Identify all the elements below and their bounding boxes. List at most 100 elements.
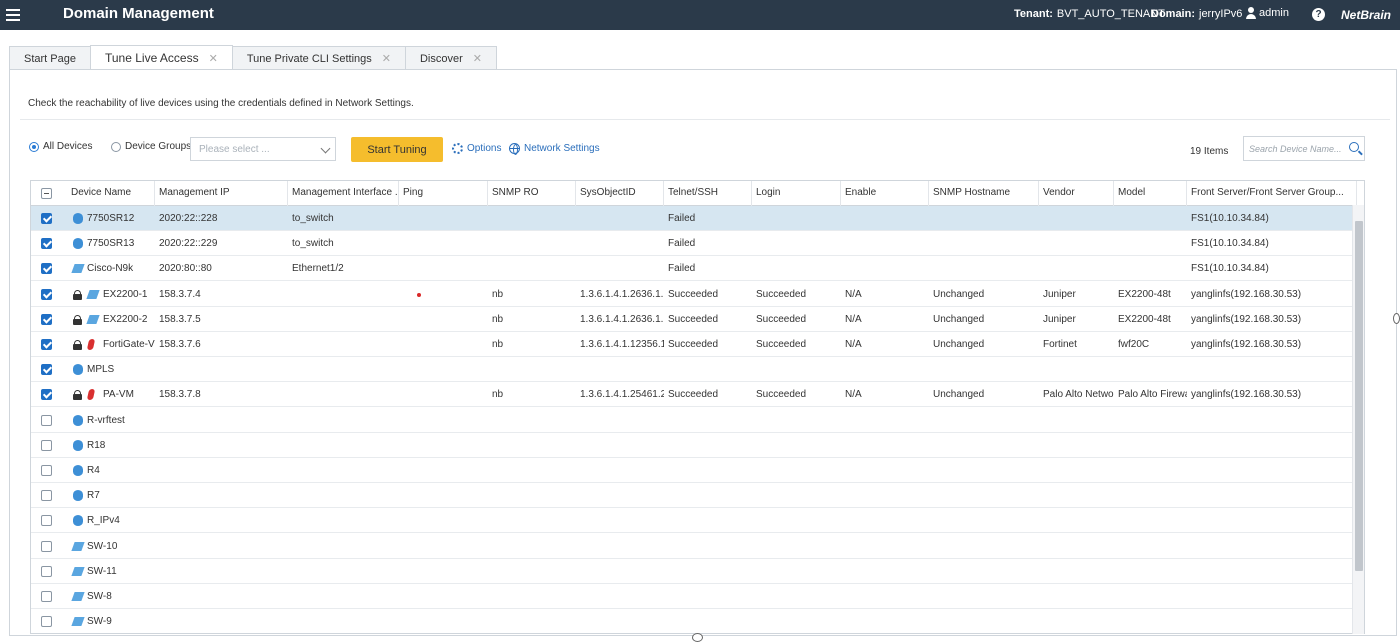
row-checkbox[interactable] (41, 616, 52, 628)
table-row[interactable]: PA-VM 158.3.7.8 nb 1.3.6.1.4.1.25461.2.3 Suc… (31, 382, 1364, 408)
table-row[interactable]: Cisco-N9k 2020:80::80 Ethernet1/2 Failed FS1… (31, 256, 1364, 282)
table-row[interactable]: MPLS (31, 357, 1364, 383)
row-checkbox[interactable] (41, 238, 52, 250)
table-row[interactable]: R4 (31, 458, 1364, 483)
cell-name[interactable]: R4 (83, 458, 155, 483)
column-header-enable[interactable]: Enable (841, 181, 929, 206)
row-checkbox[interactable] (41, 591, 52, 602)
table-row[interactable]: SW-10 (31, 534, 1364, 559)
table-row[interactable]: 7750SR13 2020:22::229 to_switch Failed FS1(1… (31, 231, 1364, 257)
column-header-management-ip[interactable]: Management IP (155, 181, 288, 206)
network-settings-link[interactable]: Network Settings (509, 143, 600, 155)
cell-name[interactable]: R18 (83, 433, 155, 458)
device-groups-radio[interactable]: Device Groups (111, 141, 191, 152)
row-checkbox[interactable] (41, 540, 52, 552)
cell-name[interactable]: SW-11 (83, 559, 155, 584)
tab-discover[interactable]: Discover ✕ (404, 46, 497, 70)
cell-name[interactable]: 7750SR13 (83, 231, 155, 256)
cell-name[interactable]: FortiGate-VM (99, 332, 155, 357)
close-icon[interactable]: ✕ (209, 52, 218, 65)
cell-name[interactable]: Cisco-N9k (83, 256, 155, 281)
cell-enable (841, 458, 929, 483)
column-header-telnet-ssh[interactable]: Telnet/SSH (664, 181, 752, 206)
cell-name[interactable]: SW-8 (83, 584, 155, 609)
table-row[interactable]: R18 (31, 433, 1364, 458)
row-checkbox[interactable] (41, 439, 52, 451)
column-header-front-server-front-server-group[interactable]: Front Server/Front Server Group... (1187, 181, 1357, 206)
all-devices-radio[interactable]: All Devices (29, 141, 92, 152)
cell-name[interactable]: MPLS (83, 357, 155, 382)
table-row[interactable]: 7750SR12 2020:22::228 to_switch Failed FS1(1… (31, 206, 1364, 231)
cell-name[interactable]: R_IPv4 (83, 508, 155, 533)
table-row[interactable]: R7 (31, 483, 1364, 509)
row-checkbox[interactable] (41, 339, 52, 350)
lock-icon (73, 390, 82, 401)
column-header-snmp-ro[interactable]: SNMP RO (488, 181, 576, 206)
cell-vendor (1039, 357, 1114, 382)
cell-ip (155, 609, 288, 633)
table-row[interactable]: SW-8 (31, 584, 1364, 609)
options-link[interactable]: Options (452, 143, 501, 154)
column-header-device-name[interactable]: Device Name (67, 181, 155, 206)
row-checkbox[interactable] (41, 313, 52, 325)
cell-enable (841, 584, 929, 609)
cell-name[interactable]: 7750SR12 (83, 206, 155, 231)
column-header-ping[interactable]: Ping (399, 181, 488, 206)
table-row[interactable]: SW-11 (31, 559, 1364, 584)
cell-telnet (664, 357, 752, 382)
column-header-management-interface[interactable]: Management Interface ... (288, 181, 399, 206)
cell-name[interactable]: EX2200-2 (99, 307, 155, 332)
row-checkbox[interactable] (41, 263, 52, 275)
cell-name[interactable]: SW-10 (83, 534, 155, 559)
user-menu[interactable]: admin (1246, 7, 1289, 19)
column-header-snmp-hostname[interactable]: SNMP Hostname (929, 181, 1039, 206)
table-scrollbar[interactable] (1352, 205, 1364, 634)
tab-label: Discover (419, 52, 463, 65)
table-row[interactable]: EX2200-2 158.3.7.5 nb 1.3.6.1.4.1.2636.1.1.… (31, 307, 1364, 332)
cell-name[interactable]: SW-9 (83, 609, 155, 633)
cell-name[interactable]: PA-VM (99, 382, 155, 407)
row-checkbox[interactable] (41, 414, 52, 426)
row-checkbox[interactable] (41, 389, 52, 401)
help-icon[interactable]: ? (1312, 8, 1325, 21)
cell-name[interactable]: R7 (83, 483, 155, 508)
cell-name[interactable]: R-vrftest (83, 408, 155, 433)
row-checkbox[interactable] (41, 364, 52, 376)
cell-name[interactable]: EX2200-1 (99, 282, 155, 307)
cell-oid (576, 357, 664, 382)
column-header-sysobjectid[interactable]: SysObjectID (576, 181, 664, 206)
cell-login (752, 508, 841, 533)
row-checkbox[interactable] (41, 465, 52, 476)
row-checkbox[interactable] (41, 288, 52, 300)
table-row[interactable]: SW-9 (31, 609, 1364, 633)
search-icon[interactable] (1349, 142, 1359, 152)
row-checkbox[interactable] (41, 515, 52, 527)
close-icon[interactable]: ✕ (382, 52, 391, 65)
tab-start-page[interactable]: Start Page (9, 46, 91, 70)
table-row[interactable]: R_IPv4 (31, 508, 1364, 534)
table-row[interactable]: R-vrftest (31, 408, 1364, 433)
row-checkbox[interactable] (41, 565, 52, 577)
menu-icon[interactable] (6, 5, 22, 25)
table-row[interactable]: FortiGate-VM 158.3.7.6 nb 1.3.6.1.4.1.12356… (31, 332, 1364, 357)
tab-tune-live-access[interactable]: Tune Live Access ✕ (89, 45, 233, 70)
close-icon[interactable]: ✕ (473, 52, 482, 65)
tab-tune-private-cli-settings[interactable]: Tune Private CLI Settings ✕ (231, 46, 406, 70)
tab-label: Tune Private CLI Settings (246, 52, 372, 65)
search-input[interactable] (1244, 137, 1344, 160)
select-all-checkbox[interactable] (41, 188, 52, 199)
row-checkbox[interactable] (41, 490, 52, 502)
row-checkbox[interactable] (41, 213, 52, 224)
cell-oid (576, 508, 664, 533)
device-group-select[interactable]: Please select ... (190, 137, 336, 161)
table-row[interactable]: EX2200-1 158.3.7.4 nb 1.3.6.1.4.1.2636.1.1.… (31, 282, 1364, 307)
start-tuning-button[interactable]: Start Tuning (351, 137, 443, 162)
tenant-value[interactable]: BVT_AUTO_TENANT (1057, 8, 1165, 20)
column-header-model[interactable]: Model (1114, 181, 1187, 206)
column-header-vendor[interactable]: Vendor (1039, 181, 1114, 206)
resize-handle-bottom[interactable] (692, 633, 703, 642)
resize-handle-right[interactable] (1393, 313, 1400, 324)
domain-value[interactable]: jerryIPv6 (1199, 8, 1242, 20)
scrollbar-thumb[interactable] (1355, 221, 1363, 571)
column-header-login[interactable]: Login (752, 181, 841, 206)
